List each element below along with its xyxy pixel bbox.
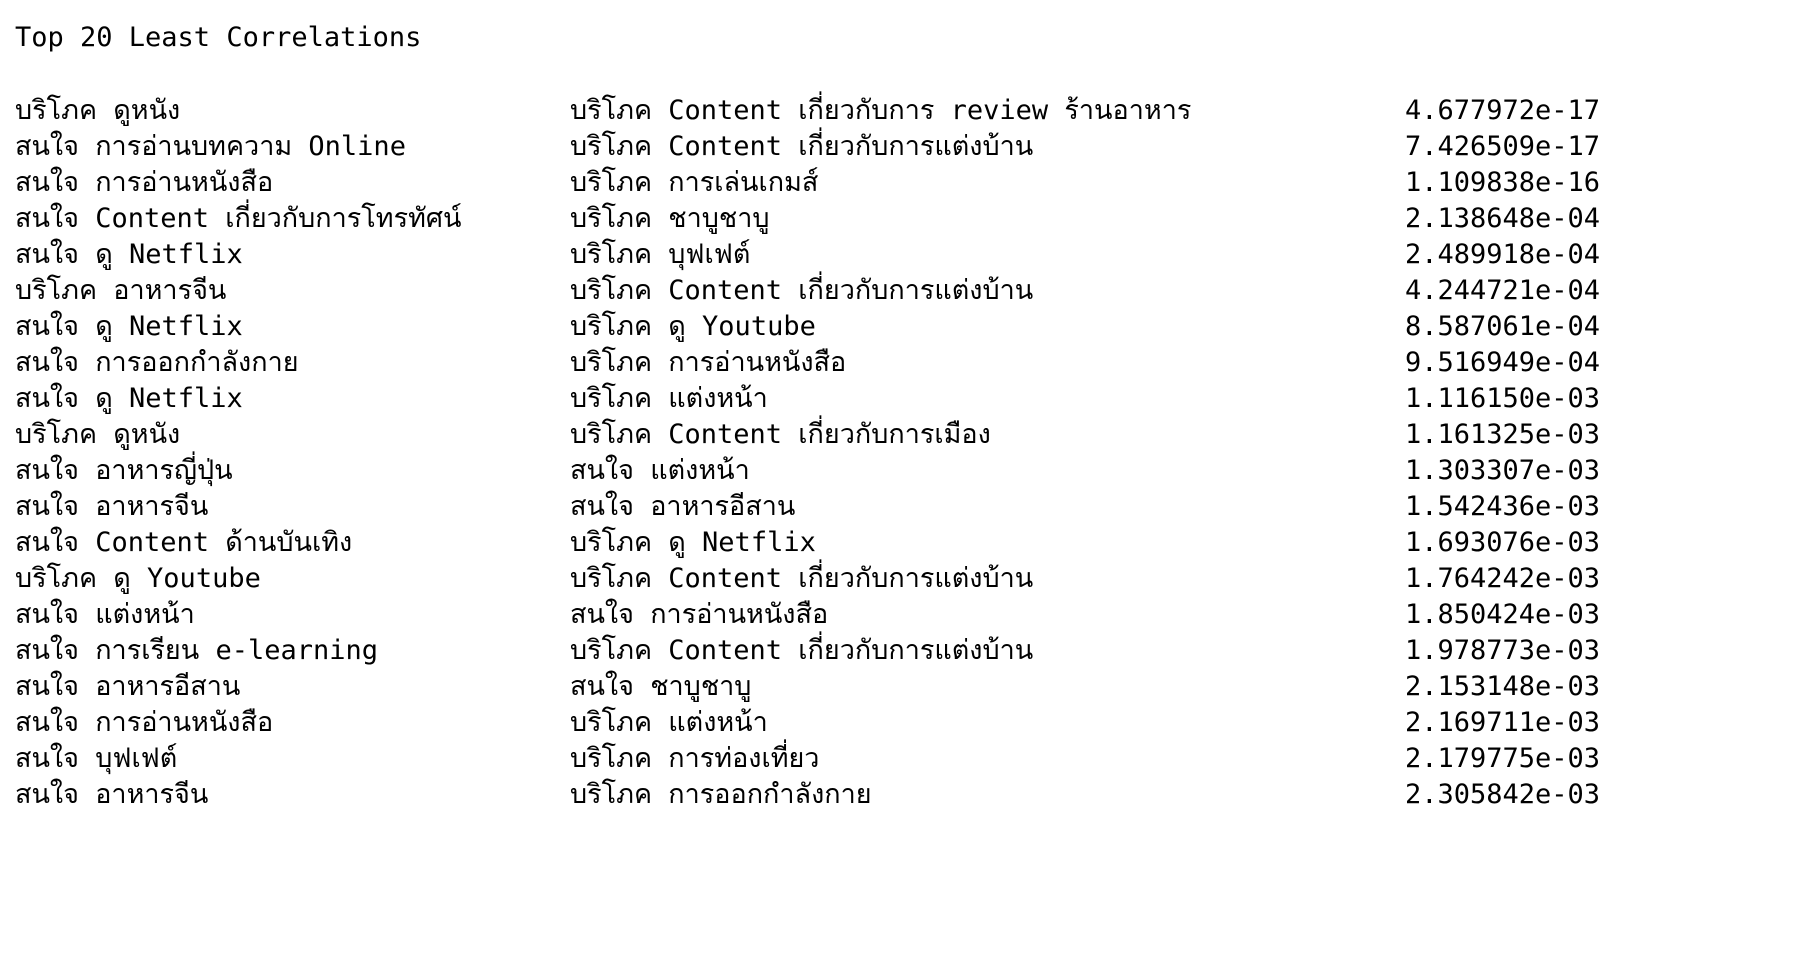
correlation-value: 4.244721e-04 (1405, 275, 1601, 306)
correlation-list: บริโภค ดูหนัง บริโภค Content เกี่ยวกับกา… (0, 93, 1796, 813)
correlation-row: บริโภค ดู Youtube บริโภค Content เกี่ยวก… (0, 561, 1796, 597)
variable-1: สนใจ ดู Netflix (15, 383, 243, 414)
variable-1: สนใจ อาหารจีน (15, 491, 209, 522)
correlation-row: สนใจ การเรียน e-learning บริโภค Content … (0, 633, 1796, 669)
correlation-value: 2.179775e-03 (1405, 743, 1601, 774)
correlation-value: 1.116150e-03 (1405, 383, 1601, 414)
variable-2: บริโภค Content เกี่ยวกับการแต่งบ้าน (570, 563, 1034, 594)
correlation-row: สนใจ Content เกี่ยวกับการโทรทัศน์ บริโภค… (0, 201, 1796, 237)
correlation-value: 1.303307e-03 (1405, 455, 1601, 486)
correlation-value: 1.978773e-03 (1405, 635, 1601, 666)
correlation-row: สนใจ แต่งหน้า สนใจ การอ่านหนังสือ 1.8504… (0, 597, 1796, 633)
correlation-value: 1.542436e-03 (1405, 491, 1601, 522)
variable-2: สนใจ อาหารอีสาน (570, 491, 796, 522)
correlation-value: 8.587061e-04 (1405, 311, 1601, 342)
variable-1: บริโภค อาหารจีน (15, 275, 227, 306)
variable-2: บริโภค การอ่านหนังสือ (570, 347, 847, 378)
correlation-row: สนใจ อาหารจีน บริโภค การออกกำลังกาย 2.30… (0, 777, 1796, 813)
variable-2: บริโภค แต่งหน้า (570, 383, 768, 414)
variable-2: สนใจ การอ่านหนังสือ (570, 599, 829, 630)
variable-2: สนใจ แต่งหน้า (570, 455, 750, 486)
variable-1: บริโภค ดูหนัง (15, 419, 181, 450)
variable-1: สนใจ ดู Netflix (15, 311, 243, 342)
correlation-value: 1.693076e-03 (1405, 527, 1601, 558)
variable-2: บริโภค Content เกี่ยวกับการเมือง (570, 419, 991, 450)
variable-2: บริโภค Content เกี่ยวกับการแต่งบ้าน (570, 275, 1034, 306)
correlation-row: บริโภค ดูหนัง บริโภค Content เกี่ยวกับกา… (0, 417, 1796, 453)
correlation-row: สนใจ ดู Netflix บริโภค ดู Youtube 8.5870… (0, 309, 1796, 345)
correlation-value: 1.764242e-03 (1405, 563, 1601, 594)
correlation-row: สนใจ Content ด้านบันเทิง บริโภค ดู Netfl… (0, 525, 1796, 561)
correlation-row: บริโภค อาหารจีน บริโภค Content เกี่ยวกับ… (0, 273, 1796, 309)
variable-1: สนใจ ดู Netflix (15, 239, 243, 270)
correlation-value: 2.138648e-04 (1405, 203, 1601, 234)
correlation-value: 2.153148e-03 (1405, 671, 1601, 702)
correlation-value: 4.677972e-17 (1405, 95, 1601, 126)
variable-1: สนใจ การอ่านหนังสือ (15, 167, 274, 198)
correlation-row: บริโภค ดูหนัง บริโภค Content เกี่ยวกับกา… (0, 93, 1796, 129)
variable-2: บริโภค บุฟเฟต์ (570, 239, 751, 270)
variable-1: สนใจ การออกกำลังกาย (15, 347, 299, 378)
variable-1: สนใจ Content เกี่ยวกับการโทรทัศน์ (15, 203, 462, 234)
variable-2: บริโภค Content เกี่ยวกับการแต่งบ้าน (570, 635, 1034, 666)
correlation-value: 1.161325e-03 (1405, 419, 1601, 450)
correlation-row: สนใจ การอ่านบทความ Online บริโภค Content… (0, 129, 1796, 165)
correlation-row: สนใจ ดู Netflix บริโภค บุฟเฟต์ 2.489918e… (0, 237, 1796, 273)
variable-1: สนใจ Content ด้านบันเทิง (15, 527, 353, 558)
variable-1: บริโภค ดู Youtube (15, 563, 261, 594)
variable-2: บริโภค การออกกำลังกาย (570, 779, 872, 810)
variable-1: สนใจ อาหารอีสาน (15, 671, 241, 702)
variable-2: บริโภค การเล่นเกมส์ (570, 167, 819, 198)
correlation-row: สนใจ อาหารอีสาน สนใจ ชาบูชาบู 2.153148e-… (0, 669, 1796, 705)
correlation-row: สนใจ ดู Netflix บริโภค แต่งหน้า 1.116150… (0, 381, 1796, 417)
variable-2: บริโภค แต่งหน้า (570, 707, 768, 738)
variable-2: บริโภค Content เกี่ยวกับการ review ร้านอ… (570, 95, 1192, 126)
variable-1: บริโภค ดูหนัง (15, 95, 181, 126)
variable-1: สนใจ อาหารญี่ปุ่น (15, 455, 233, 486)
correlation-value: 9.516949e-04 (1405, 347, 1601, 378)
correlation-value: 1.850424e-03 (1405, 599, 1601, 630)
correlation-row: สนใจ การออกกำลังกาย บริโภค การอ่านหนังสื… (0, 345, 1796, 381)
correlation-row: สนใจ การอ่านหนังสือ บริโภค การเล่นเกมส์ … (0, 165, 1796, 201)
variable-2: บริโภค Content เกี่ยวกับการแต่งบ้าน (570, 131, 1034, 162)
output-title: Top 20 Least Correlations (15, 22, 422, 53)
correlation-row: สนใจ บุฟเฟต์ บริโภค การท่องเที่ยว 2.1797… (0, 741, 1796, 777)
correlation-row: สนใจ อาหารญี่ปุ่น สนใจ แต่งหน้า 1.303307… (0, 453, 1796, 489)
variable-2: บริโภค ดู Netflix (570, 527, 816, 558)
correlation-value: 7.426509e-17 (1405, 131, 1601, 162)
correlation-value: 2.305842e-03 (1405, 779, 1601, 810)
variable-2: บริโภค การท่องเที่ยว (570, 743, 820, 774)
variable-2: บริโภค ชาบูชาบู (570, 203, 770, 234)
variable-1: สนใจ การอ่านบทความ Online (15, 131, 406, 162)
variable-2: สนใจ ชาบูชาบู (570, 671, 752, 702)
correlation-value: 2.489918e-04 (1405, 239, 1601, 270)
correlation-row: สนใจ การอ่านหนังสือ บริโภค แต่งหน้า 2.16… (0, 705, 1796, 741)
variable-1: สนใจ บุฟเฟต์ (15, 743, 178, 774)
variable-1: สนใจ การเรียน e-learning (15, 635, 379, 666)
correlation-row: สนใจ อาหารจีน สนใจ อาหารอีสาน 1.542436e-… (0, 489, 1796, 525)
variable-1: สนใจ แต่งหน้า (15, 599, 195, 630)
correlation-value: 1.109838e-16 (1405, 167, 1601, 198)
variable-1: สนใจ การอ่านหนังสือ (15, 707, 274, 738)
variable-2: บริโภค ดู Youtube (570, 311, 816, 342)
variable-1: สนใจ อาหารจีน (15, 779, 209, 810)
correlation-value: 2.169711e-03 (1405, 707, 1601, 738)
